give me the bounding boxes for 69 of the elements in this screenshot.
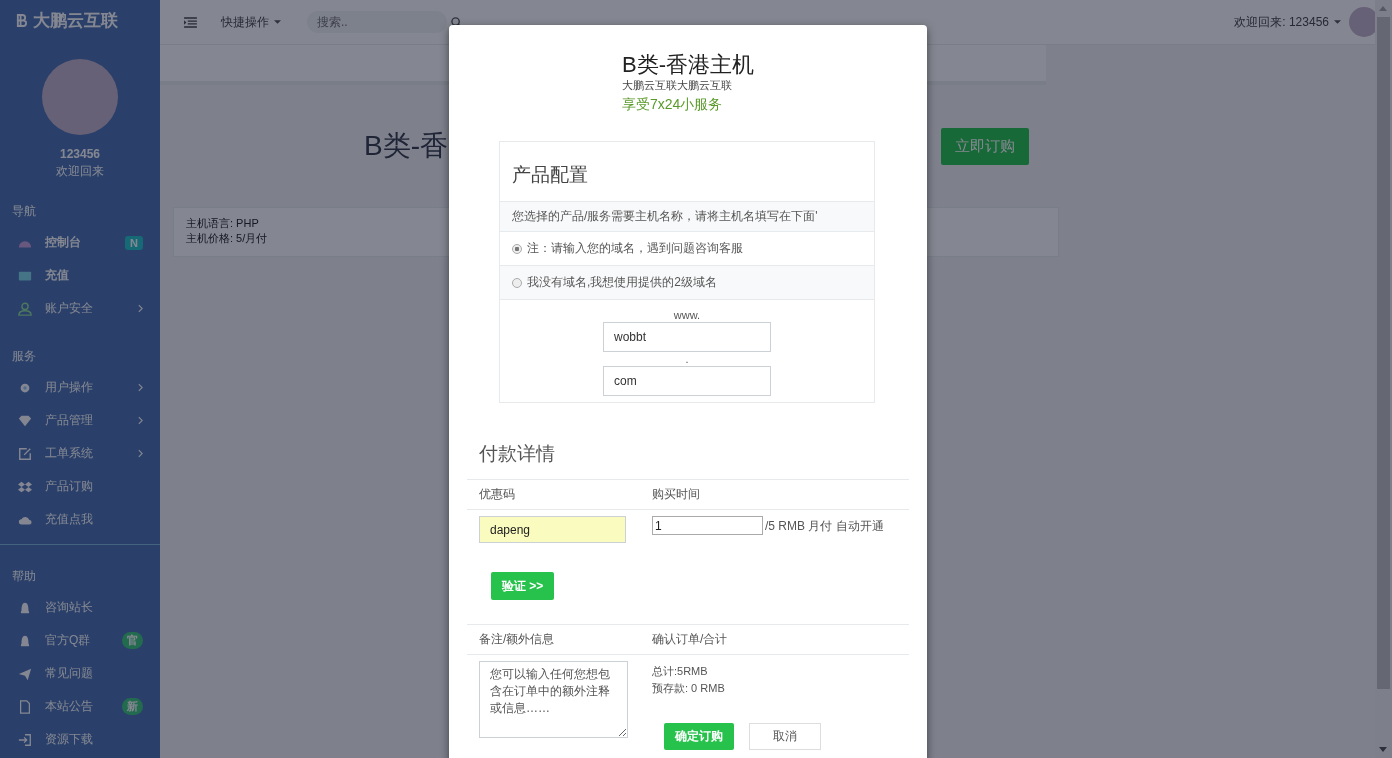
edit-icon bbox=[18, 446, 32, 461]
caret-down-icon[interactable] bbox=[274, 20, 281, 25]
user-name[interactable]: 123456 bbox=[59, 147, 100, 161]
nav-item[interactable]: 工单系统 bbox=[0, 437, 160, 470]
column-header: 优惠码 bbox=[478, 486, 516, 503]
hostname-field[interactable]: wobbt bbox=[603, 322, 771, 352]
option-label: 我没有域名,我想使用提供的2级域名 bbox=[527, 274, 717, 291]
dialog-title: B类-香港主机 bbox=[622, 52, 754, 78]
paper-plane-icon bbox=[18, 666, 32, 681]
search-field[interactable]: 搜索.. bbox=[307, 11, 447, 33]
caret-down-icon[interactable] bbox=[1334, 20, 1341, 25]
section-title: 导航 bbox=[11, 203, 37, 220]
radio-button[interactable] bbox=[512, 277, 522, 288]
nav-item[interactable]: 资源下载 bbox=[0, 723, 160, 756]
deposit-text: 预存款: 0 RMB bbox=[652, 681, 726, 696]
option-label: 注：请输入您的域名，遇到问题咨询客服 bbox=[527, 240, 743, 257]
column-header: 备注/额外信息 bbox=[478, 631, 556, 648]
scroll-up-icon[interactable] bbox=[1379, 6, 1387, 11]
nav-badge: 新 bbox=[122, 698, 143, 715]
greeting-text: 欢迎回来 bbox=[56, 163, 104, 180]
nav-badge: 官 bbox=[122, 632, 143, 649]
nav-item[interactable]: 用户操作 bbox=[0, 371, 160, 404]
domain-option[interactable]: 我没有域名,我想使用提供的2级域名 bbox=[500, 266, 874, 300]
submit-order-button[interactable]: 确定订购 bbox=[664, 723, 734, 750]
info-text: 主机价格: 5/月付 bbox=[186, 231, 268, 246]
file-icon bbox=[18, 699, 32, 714]
nav-item[interactable]: 产品订购 bbox=[0, 470, 160, 503]
nav-item[interactable]: 账户安全 bbox=[0, 292, 160, 325]
section-title: 服务 bbox=[11, 348, 37, 365]
user-icon bbox=[18, 301, 32, 316]
info-text: 主机语言: PHP bbox=[186, 216, 259, 231]
sign-in-icon bbox=[18, 732, 32, 747]
order-button[interactable]: 立即订购 bbox=[941, 127, 1029, 165]
nav-item[interactable]: 充值 bbox=[0, 259, 160, 292]
quick-actions-menu[interactable]: 快捷操作 bbox=[221, 13, 281, 31]
radio-button[interactable] bbox=[512, 243, 522, 254]
bitcoin-icon bbox=[16, 12, 27, 28]
price-note: /5 RMB 月付 自动开通 bbox=[765, 518, 884, 535]
nav-item[interactable]: 咨询站长 bbox=[0, 591, 160, 624]
nav-item[interactable]: 本站公告 新 bbox=[0, 690, 160, 723]
dialog-subtitle: 大鹏云互联大鹏云互联 bbox=[622, 78, 733, 93]
column-header: 确认订单/合计 bbox=[652, 631, 729, 648]
period-field[interactable]: 1 bbox=[652, 516, 763, 535]
nav-item[interactable]: 控制台 N bbox=[0, 226, 160, 259]
total-text: 总计:5RMB bbox=[652, 664, 709, 679]
product-title: B类-香 bbox=[364, 129, 448, 163]
cancel-button[interactable]: 取消 bbox=[749, 723, 821, 750]
menu-icon[interactable] bbox=[184, 16, 197, 28]
domain-prefix: www. bbox=[673, 308, 701, 322]
domain-suffix-field[interactable]: com bbox=[603, 366, 771, 396]
diamond-icon bbox=[18, 413, 32, 428]
nav-item[interactable]: 常见问题 bbox=[0, 657, 160, 690]
nav-item[interactable]: 产品管理 bbox=[0, 404, 160, 437]
nav-item[interactable]: 充值点我 bbox=[0, 503, 160, 536]
verify-button[interactable]: 验证 >> bbox=[491, 572, 555, 600]
section-heading: 付款详情 bbox=[478, 442, 556, 466]
section-title: 帮助 bbox=[11, 568, 37, 585]
boxes-icon bbox=[18, 479, 32, 494]
domain-separator: . bbox=[685, 352, 689, 366]
notes-field[interactable]: 您可以输入任何您想包含在订单中的额外注释或信息…… bbox=[479, 661, 628, 738]
site-logo[interactable]: 大鹏云互联 bbox=[33, 8, 118, 32]
nav-item[interactable]: 官方Q群 官 bbox=[0, 624, 160, 657]
nav-badge: N bbox=[125, 235, 143, 250]
notice-text: 您选择的产品/服务需要主机名称，请将主机名填写在下面' bbox=[500, 202, 874, 232]
column-header: 购买时间 bbox=[652, 486, 701, 503]
service-tagline: 享受7x24小服务 bbox=[622, 96, 724, 114]
coupon-field[interactable]: dapeng bbox=[479, 516, 626, 543]
user-menu[interactable]: 欢迎回来: 123456 bbox=[1234, 13, 1341, 31]
scroll-down-icon[interactable] bbox=[1379, 747, 1387, 752]
